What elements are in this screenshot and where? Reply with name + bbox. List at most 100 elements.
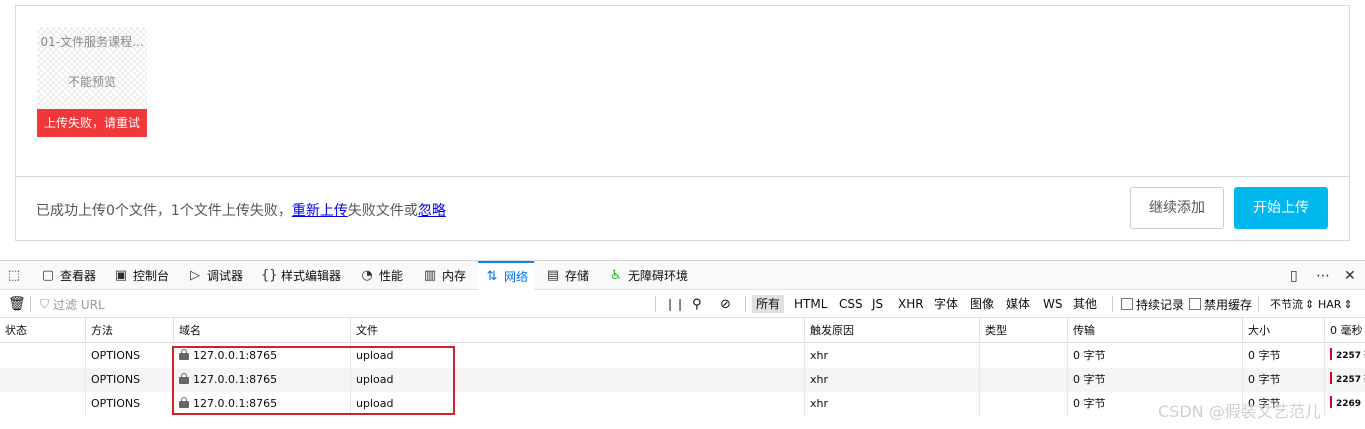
- cell-cause: xhr: [805, 368, 980, 392]
- type-filter-html[interactable]: HTML: [790, 295, 831, 313]
- tab-label: 无障碍环境: [628, 269, 689, 283]
- pause-icon: ❘❘: [665, 297, 686, 311]
- network-table-header: 状态 方法 域名 文件 触发原因 类型 传输 大小 0 毫秒: [0, 318, 1365, 343]
- search-button[interactable]: ⚲: [692, 290, 702, 318]
- column-cause[interactable]: 触发原因: [805, 318, 980, 343]
- filter-placeholder: 过滤 URL: [53, 297, 105, 312]
- cell-type: [980, 392, 1068, 416]
- type-filter-font[interactable]: 字体: [930, 295, 962, 313]
- cell-type: [980, 368, 1068, 392]
- type-filter-other[interactable]: 其他: [1069, 295, 1101, 313]
- tab-style-editor[interactable]: {} 样式编辑器: [261, 261, 341, 290]
- tab-storage[interactable]: ▤ 存储: [545, 261, 589, 290]
- column-type[interactable]: 类型: [980, 318, 1068, 343]
- type-filter-js[interactable]: JS: [868, 295, 887, 313]
- debugger-icon: ▷: [190, 268, 200, 283]
- column-file[interactable]: 文件: [351, 318, 805, 343]
- cell-status: [0, 368, 86, 392]
- tab-inspector[interactable]: ▢ 查看器: [40, 261, 96, 290]
- start-upload-button[interactable]: 开始上传: [1234, 187, 1328, 229]
- timing-text: 2257 毫: [1336, 351, 1365, 361]
- clear-button[interactable]: 🗑: [8, 290, 26, 318]
- method-text: OPTIONS: [91, 349, 141, 362]
- tab-accessibility[interactable]: ♿ 无障碍环境: [608, 261, 688, 290]
- transferred-text: 0 字节: [1073, 397, 1106, 410]
- status-middle: 失败文件或: [347, 203, 418, 219]
- cause-text: xhr: [810, 373, 829, 386]
- pause-button[interactable]: ❘❘: [665, 290, 685, 318]
- cell-size: 0 字节: [1243, 344, 1325, 368]
- cell-method: OPTIONS: [86, 368, 174, 392]
- size-text: 0 字节: [1248, 349, 1281, 362]
- tab-label: 内存: [442, 269, 467, 283]
- inspector-icon: ▢: [41, 268, 55, 283]
- cell-type: [980, 344, 1068, 368]
- tab-console[interactable]: ▣ 控制台: [113, 261, 169, 290]
- persist-logs-checkbox[interactable]: 持续记录: [1121, 290, 1184, 318]
- tab-label: 网络: [504, 270, 529, 284]
- tab-label: 存储: [565, 269, 590, 283]
- block-button[interactable]: ⊘: [720, 290, 731, 318]
- transferred-text: 0 字节: [1073, 349, 1106, 362]
- column-method[interactable]: 方法: [86, 318, 174, 343]
- file-name: 01-文件服务课程...: [40, 35, 144, 49]
- search-icon: ⚲: [692, 296, 702, 312]
- throttle-select[interactable]: 不节流 ⇕: [1270, 290, 1314, 318]
- divider: [30, 296, 31, 312]
- element-picker-button[interactable]: ⬚: [6, 261, 26, 290]
- cell-cause: xhr: [805, 344, 980, 368]
- close-devtools-button[interactable]: ✕: [1344, 261, 1356, 290]
- checkbox-icon: [1121, 298, 1133, 310]
- cell-cause: xhr: [805, 392, 980, 416]
- status-prefix: 已成功上传0个文件，1个文件上传失败，: [36, 203, 292, 219]
- checkbox-label: 持续记录: [1136, 297, 1185, 312]
- more-options-button[interactable]: ⋯: [1316, 261, 1330, 290]
- type-filter-media[interactable]: 媒体: [1002, 295, 1034, 313]
- tab-performance[interactable]: ◔ 性能: [359, 261, 403, 290]
- tab-debugger[interactable]: ▷ 调试器: [187, 261, 243, 290]
- more-icon: ⋯: [1316, 267, 1330, 284]
- tab-network[interactable]: ⇅ 网络: [478, 261, 535, 290]
- type-filter-ws[interactable]: WS: [1039, 295, 1066, 313]
- type-filter-css[interactable]: CSS: [835, 295, 867, 313]
- upload-error-banner[interactable]: 上传失败，请重试: [37, 109, 147, 137]
- column-domain[interactable]: 域名: [174, 318, 351, 343]
- block-icon: ⊘: [720, 296, 731, 312]
- cell-timing: 2257 毫: [1325, 344, 1365, 368]
- close-icon: ✕: [1344, 267, 1356, 284]
- continue-add-button[interactable]: 继续添加: [1130, 187, 1224, 229]
- cell-status: [0, 392, 86, 416]
- column-status[interactable]: 状态: [0, 318, 86, 343]
- tab-memory[interactable]: ▥ 内存: [422, 261, 466, 290]
- cause-text: xhr: [810, 397, 829, 410]
- har-menu[interactable]: HAR ⇕: [1318, 290, 1353, 318]
- file-thumbnail[interactable]: 01-文件服务课程... 不能预览 上传失败，请重试: [37, 27, 147, 137]
- method-text: OPTIONS: [91, 397, 141, 410]
- retry-link[interactable]: 重新上传: [292, 203, 348, 219]
- type-filter-all[interactable]: 所有: [752, 295, 785, 313]
- cell-timing: 2269: [1325, 392, 1365, 416]
- console-icon: ▣: [114, 268, 128, 283]
- transferred-text: 0 字节: [1073, 373, 1106, 386]
- type-filter-image[interactable]: 图像: [966, 295, 998, 313]
- throttle-value: 不节流: [1270, 298, 1303, 311]
- method-text: OPTIONS: [91, 373, 141, 386]
- ignore-link[interactable]: 忽略: [418, 203, 446, 219]
- divider: [1112, 296, 1113, 312]
- style-editor-icon: {}: [261, 268, 278, 283]
- column-transferred[interactable]: 传输: [1068, 318, 1243, 343]
- performance-icon: ◔: [361, 268, 373, 283]
- size-text: 0 字节: [1248, 373, 1281, 386]
- storage-icon: ▤: [546, 268, 560, 283]
- type-filter-xhr[interactable]: XHR: [894, 295, 928, 313]
- watermark: CSDN @假装文艺范儿: [1158, 402, 1321, 421]
- dock-toggle-button[interactable]: ▯: [1290, 261, 1298, 290]
- dropdown-icon: ⇕: [1305, 297, 1315, 311]
- dock-icon: ▯: [1290, 267, 1298, 284]
- column-size[interactable]: 大小: [1243, 318, 1325, 343]
- upload-panel: 01-文件服务课程... 不能预览 上传失败，请重试 已成功上传0个文件，1个文…: [15, 5, 1350, 241]
- column-timeline[interactable]: 0 毫秒: [1325, 318, 1365, 343]
- waterfall-bar: [1330, 396, 1332, 408]
- disable-cache-checkbox[interactable]: 禁用缓存: [1189, 290, 1252, 318]
- url-filter-input[interactable]: ⛉ 过滤 URL: [40, 290, 105, 318]
